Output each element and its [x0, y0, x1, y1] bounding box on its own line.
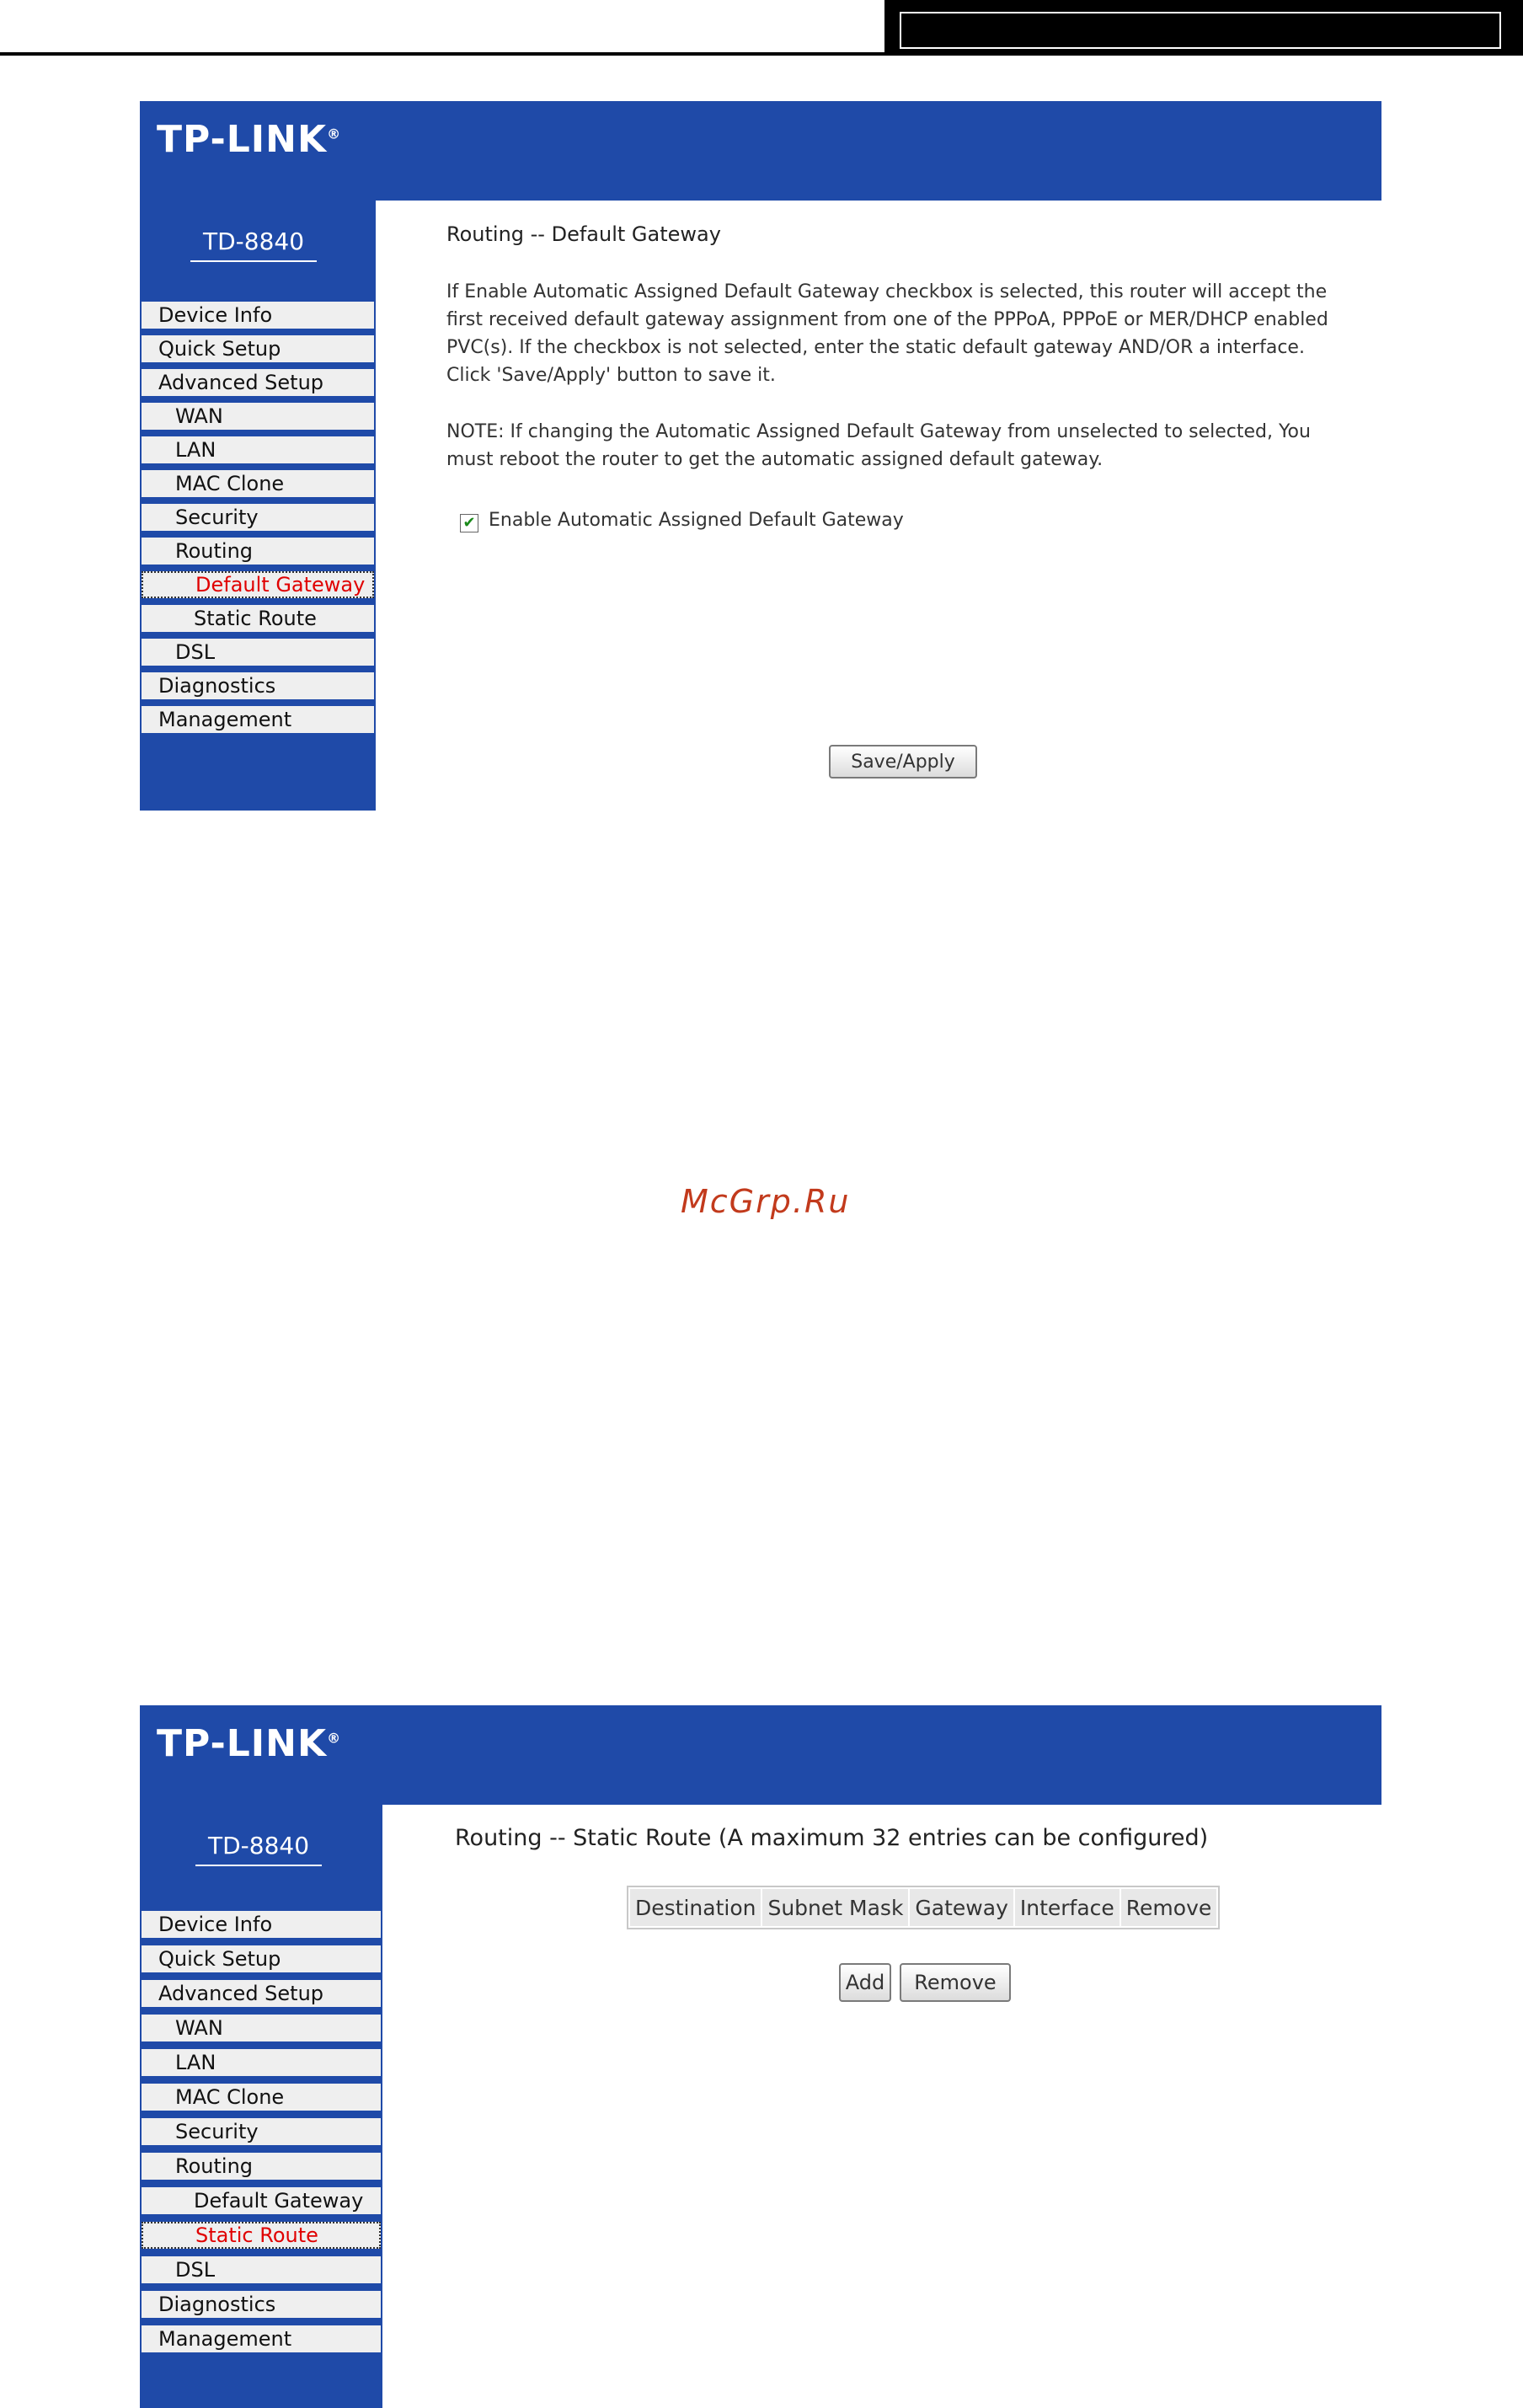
- menu-item-device-info[interactable]: Device Info: [142, 1911, 381, 1938]
- menu-item-diagnostics[interactable]: Diagnostics: [142, 672, 374, 699]
- content-area: Routing -- Static Route (A maximum 32 en…: [382, 1805, 1381, 2408]
- column-subnet-mask: Subnet Mask: [762, 1889, 909, 1926]
- header-bar: TP-LINK®: [140, 1705, 1381, 1805]
- menu-item-default-gateway[interactable]: Default Gateway: [142, 571, 374, 598]
- page-title: Routing -- Static Route (A maximum 32 en…: [455, 1825, 1209, 1851]
- static-route-screen: TP-LINK® TD-8840 Device Info Quick Setup…: [140, 1705, 1381, 2408]
- menu-item-device-info[interactable]: Device Info: [142, 302, 374, 329]
- default-gateway-screen: TP-LINK® TD-8840 Device Info Quick Setup…: [140, 101, 1381, 811]
- menu-item-quick-setup[interactable]: Quick Setup: [142, 335, 374, 362]
- tp-link-logo: TP-LINK®: [157, 118, 342, 161]
- tp-link-logo: TP-LINK®: [157, 1722, 342, 1765]
- column-gateway: Gateway: [910, 1889, 1013, 1926]
- auto-gateway-label: Enable Automatic Assigned Default Gatewa…: [489, 510, 904, 531]
- description-text: If Enable Automatic Assigned Default Gat…: [446, 281, 1328, 386]
- add-button[interactable]: Add: [839, 1963, 891, 2002]
- menu-item-security[interactable]: Security: [142, 504, 374, 531]
- menu-item-wan[interactable]: WAN: [142, 403, 374, 430]
- column-destination: Destination: [630, 1889, 762, 1926]
- menu-item-mac-clone[interactable]: MAC Clone: [142, 470, 374, 497]
- page-top-box-frame: [900, 12, 1501, 49]
- remove-button[interactable]: Remove: [900, 1963, 1011, 2002]
- menu-item-diagnostics[interactable]: Diagnostics: [142, 2291, 381, 2318]
- menu-item-lan[interactable]: LAN: [142, 436, 374, 463]
- sidebar-menu: Device Info Quick Setup Advanced Setup W…: [142, 1911, 381, 2360]
- sidebar: TD-8840 Device Info Quick Setup Advanced…: [140, 1805, 382, 2408]
- column-remove: Remove: [1120, 1889, 1217, 1926]
- menu-item-advanced-setup[interactable]: Advanced Setup: [142, 1980, 381, 2007]
- table-header-row: Destination Subnet Mask Gateway Interfac…: [630, 1889, 1217, 1926]
- menu-item-dsl[interactable]: DSL: [142, 2256, 381, 2283]
- sidebar-menu: Device Info Quick Setup Advanced Setup W…: [142, 302, 374, 740]
- menu-item-mac-clone[interactable]: MAC Clone: [142, 2084, 381, 2111]
- save-apply-button[interactable]: Save/Apply: [829, 745, 977, 779]
- menu-item-default-gateway[interactable]: Default Gateway: [142, 2187, 381, 2214]
- menu-item-static-route[interactable]: Static Route: [142, 605, 374, 632]
- content-area: Routing -- Default Gateway If Enable Aut…: [376, 201, 1381, 811]
- menu-item-lan[interactable]: LAN: [142, 2049, 381, 2076]
- page-top-rule: [0, 52, 884, 56]
- menu-item-management[interactable]: Management: [142, 2325, 381, 2352]
- menu-item-security[interactable]: Security: [142, 2118, 381, 2145]
- note-text: NOTE: If changing the Automatic Assigned…: [446, 421, 1311, 470]
- watermark-text: McGrp.Ru: [681, 1183, 851, 1220]
- sidebar: TD-8840 Device Info Quick Setup Advanced…: [140, 201, 376, 811]
- model-name: TD-8840: [190, 227, 317, 262]
- auto-gateway-checkbox[interactable]: ✔: [460, 514, 478, 532]
- menu-item-advanced-setup[interactable]: Advanced Setup: [142, 369, 374, 396]
- menu-item-wan[interactable]: WAN: [142, 2015, 381, 2041]
- menu-item-routing[interactable]: Routing: [142, 2153, 381, 2180]
- static-route-table: Destination Subnet Mask Gateway Interfac…: [627, 1886, 1221, 1929]
- menu-item-dsl[interactable]: DSL: [142, 639, 374, 666]
- model-name: TD-8840: [195, 1832, 322, 1866]
- column-interface: Interface: [1014, 1889, 1120, 1926]
- menu-item-quick-setup[interactable]: Quick Setup: [142, 1945, 381, 1972]
- menu-item-management[interactable]: Management: [142, 706, 374, 733]
- header-bar: TP-LINK®: [140, 101, 1381, 201]
- menu-item-static-route[interactable]: Static Route: [142, 2222, 381, 2249]
- page-title: Routing -- Default Gateway: [446, 222, 721, 246]
- menu-item-routing[interactable]: Routing: [142, 538, 374, 565]
